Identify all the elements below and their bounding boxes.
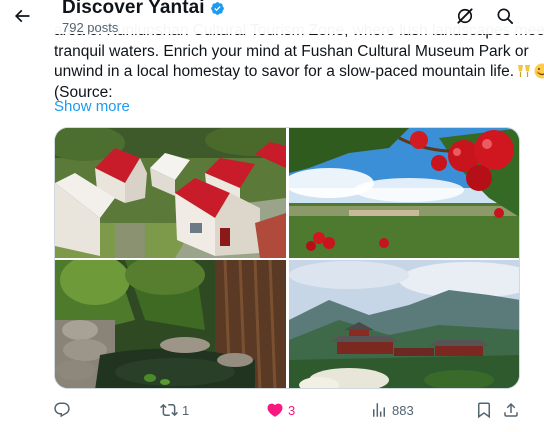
photo-mountain-temple[interactable] [289, 260, 519, 388]
smiling-face-emoji [534, 63, 544, 79]
search-button[interactable] [492, 3, 518, 29]
show-more-link[interactable]: Show more [54, 98, 130, 115]
media-grid [54, 127, 520, 389]
repost-count: 1 [182, 402, 190, 418]
arrow-left-icon [14, 9, 30, 23]
back-button[interactable] [9, 3, 35, 29]
reply-icon [54, 402, 70, 418]
top-bar: Discover Yantai 792 posts [0, 0, 544, 35]
post-text-line: unwind in a local homestay to savor for … [54, 63, 515, 80]
like-count: 3 [288, 402, 296, 418]
repost-icon [160, 403, 178, 417]
like-button[interactable]: 3 [266, 399, 295, 421]
views-chart-icon [373, 403, 385, 417]
post-text-line: tranquil waters. Enrich your mind at Fus… [54, 42, 529, 60]
photo-homestays[interactable] [55, 128, 286, 258]
account-title: Discover Yantai [62, 0, 225, 19]
share-button[interactable] [502, 399, 520, 421]
verified-badge-icon [210, 1, 225, 16]
post-text-line-with-emoji: unwind in a local homestay to savor for … [54, 62, 544, 83]
repost-button[interactable]: 1 [160, 399, 189, 421]
search-icon [497, 8, 513, 25]
share-icon [504, 402, 518, 417]
clinking-glasses-emoji [516, 63, 532, 79]
bookmark-button[interactable] [475, 399, 493, 421]
views-button[interactable]: 883 [370, 399, 414, 421]
post-count: 792 posts [62, 20, 119, 35]
views-count: 883 [392, 402, 414, 418]
reply-button[interactable] [53, 399, 75, 421]
grok-icon [457, 8, 473, 24]
account-name: Discover Yantai [62, 0, 205, 18]
grok-button[interactable] [452, 3, 478, 29]
bookmark-icon [478, 402, 490, 419]
photo-fruit-tree[interactable] [289, 128, 519, 258]
heart-filled-icon [267, 403, 283, 417]
photo-garden-pond[interactable] [55, 260, 286, 388]
